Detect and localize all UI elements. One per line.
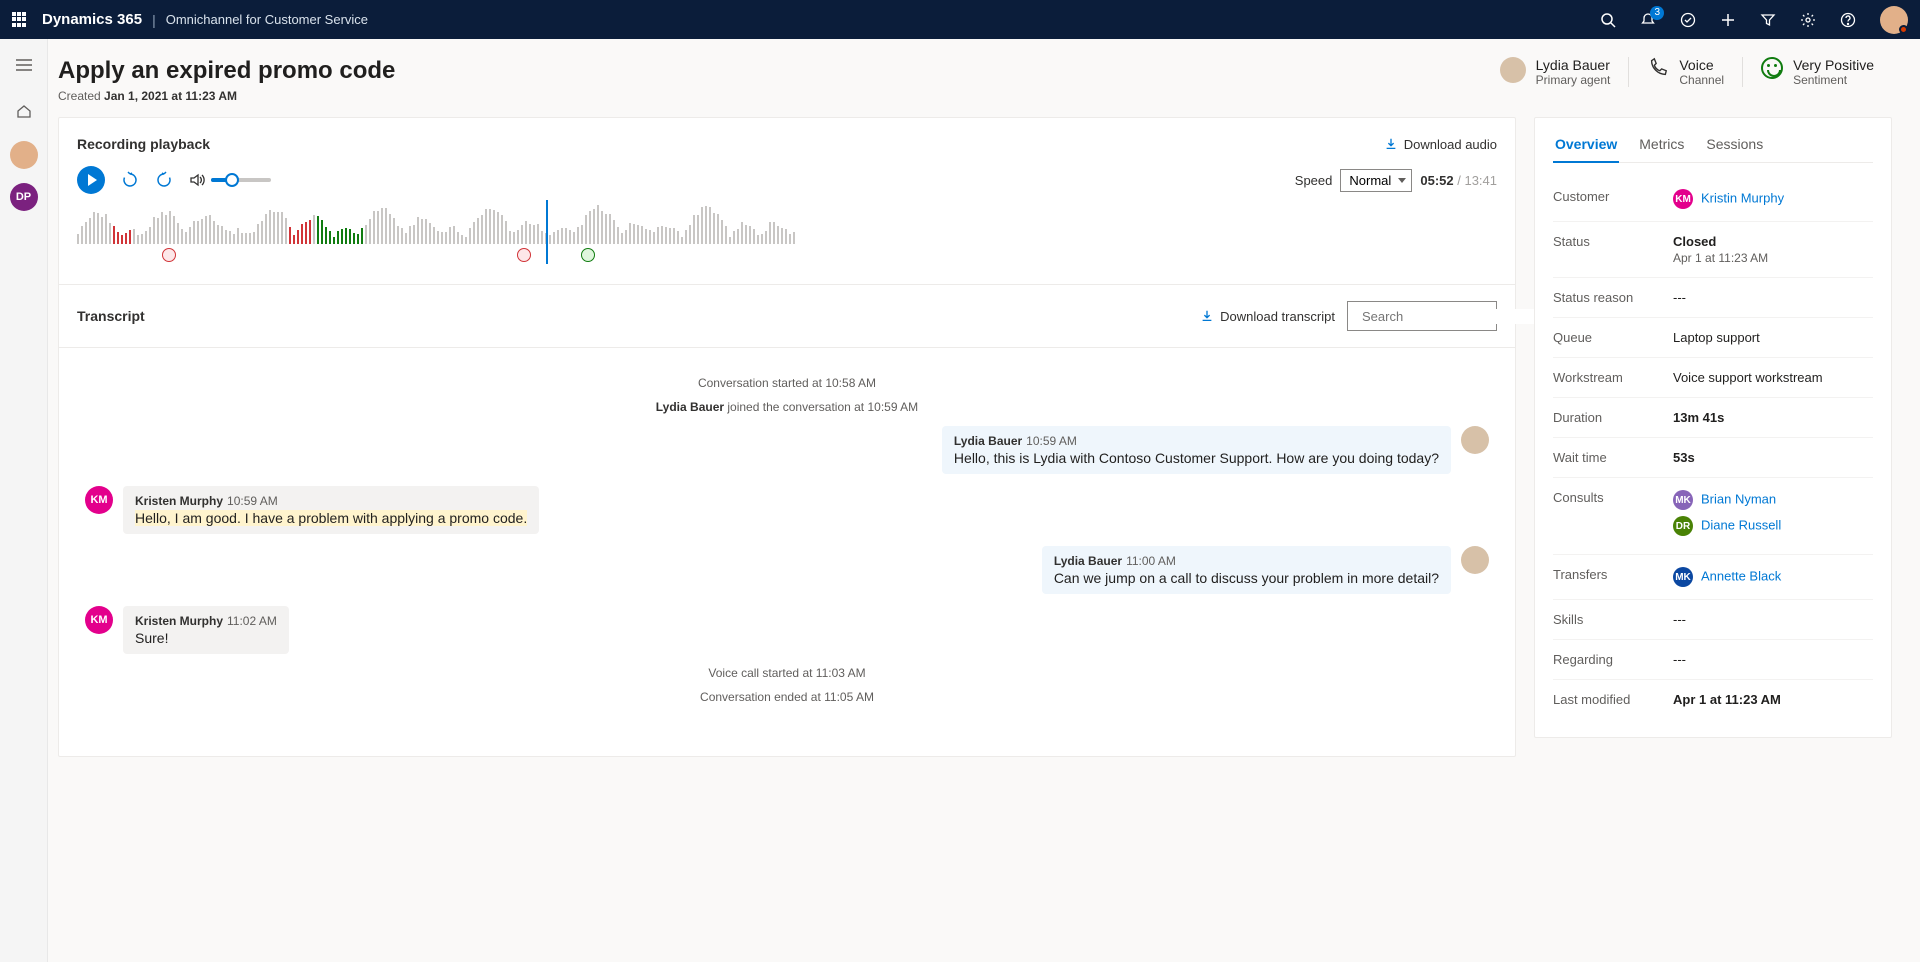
playback-title: Recording playback — [77, 136, 210, 152]
customer-link[interactable]: Kristin Murphy — [1701, 190, 1784, 205]
transcript-search[interactable] — [1347, 301, 1497, 331]
notifications-icon[interactable]: 3 — [1640, 12, 1656, 28]
avatar: KM — [85, 486, 113, 514]
search-icon[interactable] — [1600, 12, 1616, 28]
meta-agent: Lydia Bauer Primary agent — [1482, 57, 1629, 87]
app-launcher-icon[interactable] — [12, 12, 28, 28]
agent-role: Primary agent — [1536, 73, 1611, 87]
row-skills: Skills--- — [1553, 600, 1873, 640]
left-rail: DP — [0, 39, 48, 962]
row-queue: QueueLaptop support — [1553, 318, 1873, 358]
playback-time: 05:52 / 13:41 — [1420, 173, 1497, 188]
row-wait: Wait time53s — [1553, 438, 1873, 478]
settings-icon[interactable] — [1800, 12, 1816, 28]
sentiment-track — [77, 248, 1497, 266]
menu-icon[interactable] — [8, 49, 40, 81]
home-icon[interactable] — [8, 95, 40, 127]
row-modified: Last modifiedApr 1 at 11:23 AM — [1553, 680, 1873, 719]
message-customer: KM Kristen Murphy10:59 AM Hello, I am go… — [85, 486, 705, 534]
user-avatar[interactable] — [1880, 6, 1908, 34]
rail-workspace-pill[interactable]: DP — [10, 183, 38, 211]
transfer-link[interactable]: Annette Black — [1701, 568, 1781, 583]
waveform[interactable] — [77, 204, 1497, 244]
avatar — [1461, 426, 1489, 454]
sentiment-icon — [1761, 57, 1783, 79]
system-message: Conversation started at 10:58 AM — [85, 376, 1489, 390]
sentiment-label: Sentiment — [1793, 73, 1874, 87]
message-agent: Lydia Bauer10:59 AM Hello, this is Lydia… — [869, 426, 1489, 474]
download-audio-button[interactable]: Download audio — [1384, 137, 1497, 152]
channel-value: Voice — [1679, 57, 1724, 73]
row-consults: Consults MKBrian Nyman DRDiane Russell — [1553, 478, 1873, 555]
customer-pill: KM — [1673, 189, 1693, 209]
message-agent: Lydia Bauer11:00 AM Can we jump on a cal… — [869, 546, 1489, 594]
agent-avatar — [1500, 57, 1526, 83]
topbar: Dynamics 365 | Omnichannel for Customer … — [0, 0, 1920, 39]
meta-channel: Voice Channel — [1628, 57, 1742, 87]
page-header: Apply an expired promo code Created Jan … — [58, 57, 1892, 103]
row-transfers: Transfers MKAnnette Black — [1553, 555, 1873, 600]
created-line: Created Jan 1, 2021 at 11:23 AM — [58, 89, 395, 103]
overview-tabs: Overview Metrics Sessions — [1553, 126, 1873, 163]
row-status-reason: Status reason--- — [1553, 278, 1873, 318]
left-panel: Recording playback Download audio — [58, 117, 1516, 757]
rewind-icon[interactable] — [121, 171, 139, 189]
row-status: Status ClosedApr 1 at 11:23 AM — [1553, 222, 1873, 278]
transfer-pill: MK — [1673, 567, 1693, 587]
playback-controls: Speed Normal 05:52 / 13:41 — [77, 166, 1497, 194]
agent-name: Lydia Bauer — [1536, 57, 1611, 73]
transcript-title: Transcript — [77, 308, 145, 324]
overview-panel: Overview Metrics Sessions Customer KMKri… — [1534, 117, 1892, 738]
brand: Dynamics 365 — [42, 11, 142, 28]
row-customer: Customer KMKristin Murphy — [1553, 177, 1873, 222]
speed-label: Speed — [1295, 173, 1333, 188]
consult-pill: DR — [1673, 516, 1693, 536]
row-regarding: Regarding--- — [1553, 640, 1873, 680]
channel-label: Channel — [1679, 73, 1724, 87]
row-workstream: WorkstreamVoice support workstream — [1553, 358, 1873, 398]
row-duration: Duration13m 41s — [1553, 398, 1873, 438]
task-icon[interactable] — [1680, 12, 1696, 28]
forward-icon[interactable] — [155, 171, 173, 189]
consult-pill: MK — [1673, 490, 1693, 510]
page-title: Apply an expired promo code — [58, 57, 395, 85]
tab-metrics[interactable]: Metrics — [1637, 126, 1686, 162]
message-customer: KM Kristen Murphy11:02 AM Sure! — [85, 606, 705, 654]
sentiment-value: Very Positive — [1793, 57, 1874, 73]
download-icon — [1384, 137, 1398, 151]
system-message: Lydia Bauer joined the conversation at 1… — [85, 400, 1489, 414]
filter-icon[interactable] — [1760, 12, 1776, 28]
system-message: Conversation ended at 11:05 AM — [85, 690, 1489, 704]
rail-avatar[interactable] — [10, 141, 38, 169]
presence-dot — [1899, 25, 1908, 34]
download-transcript-button[interactable]: Download transcript — [1200, 309, 1335, 324]
add-icon[interactable] — [1720, 12, 1736, 28]
sentiment-marker-negative — [162, 248, 176, 262]
avatar: KM — [85, 606, 113, 634]
phone-icon — [1647, 57, 1669, 79]
volume-icon — [189, 172, 205, 188]
system-message: Voice call started at 11:03 AM — [85, 666, 1489, 680]
app-name: Omnichannel for Customer Service — [166, 12, 368, 27]
notification-badge: 3 — [1650, 6, 1664, 20]
download-icon — [1200, 309, 1214, 323]
consult-link[interactable]: Diane Russell — [1701, 517, 1781, 532]
separator: | — [152, 12, 156, 28]
avatar — [1461, 546, 1489, 574]
consult-link[interactable]: Brian Nyman — [1701, 491, 1776, 506]
transcript-body: Conversation started at 10:58 AM Lydia B… — [59, 348, 1515, 732]
tab-sessions[interactable]: Sessions — [1704, 126, 1765, 162]
speed-select[interactable]: Normal — [1340, 169, 1412, 192]
volume-slider[interactable] — [211, 178, 271, 182]
help-icon[interactable] — [1840, 12, 1856, 28]
sentiment-marker-negative — [517, 248, 531, 262]
sentiment-marker-positive — [581, 248, 595, 262]
volume-control[interactable] — [189, 172, 271, 188]
tab-overview[interactable]: Overview — [1553, 126, 1619, 162]
meta-sentiment: Very Positive Sentiment — [1742, 57, 1892, 87]
search-input[interactable] — [1362, 309, 1538, 324]
play-button[interactable] — [77, 166, 105, 194]
